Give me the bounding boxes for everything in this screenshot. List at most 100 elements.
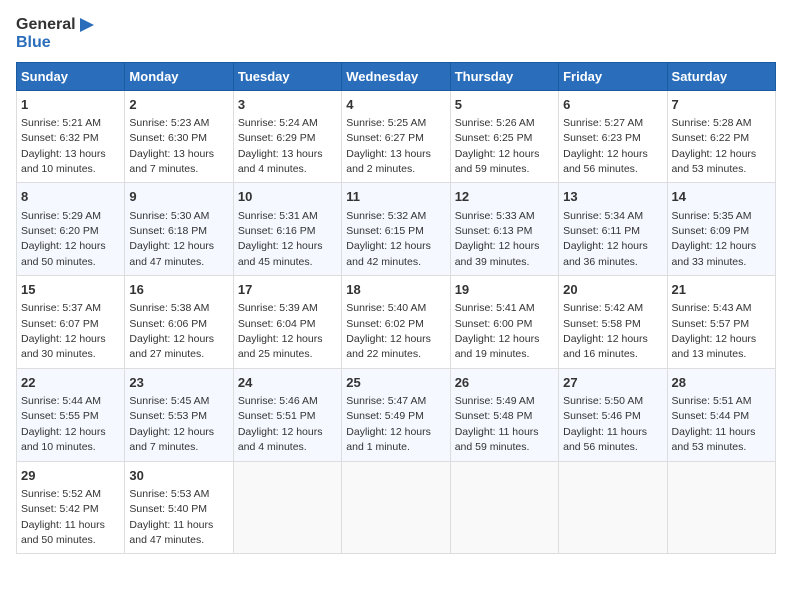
logo: General Blue bbox=[16, 16, 96, 52]
day-info: Sunrise: 5:51 AMSunset: 5:44 PMDaylight:… bbox=[672, 395, 756, 453]
calendar-day-cell: 6 Sunrise: 5:27 AMSunset: 6:23 PMDaylight… bbox=[559, 90, 667, 183]
calendar-day-cell: 24 Sunrise: 5:46 AMSunset: 5:51 PMDayligh… bbox=[233, 368, 341, 461]
day-info: Sunrise: 5:39 AMSunset: 6:04 PMDaylight:… bbox=[238, 302, 323, 360]
day-number: 26 bbox=[455, 374, 554, 392]
day-number: 25 bbox=[346, 374, 445, 392]
weekday-header: Friday bbox=[559, 62, 667, 90]
day-info: Sunrise: 5:38 AMSunset: 6:06 PMDaylight:… bbox=[129, 302, 214, 360]
day-info: Sunrise: 5:37 AMSunset: 6:07 PMDaylight:… bbox=[21, 302, 106, 360]
day-number: 15 bbox=[21, 281, 120, 299]
calendar-week-row: 29 Sunrise: 5:52 AMSunset: 5:42 PMDayligh… bbox=[17, 461, 776, 554]
day-number: 28 bbox=[672, 374, 771, 392]
calendar-day-cell: 30Sunrise: 5:53 AMSunset: 5:40 PMDayligh… bbox=[125, 461, 233, 554]
day-number: 27 bbox=[563, 374, 662, 392]
weekday-header: Wednesday bbox=[342, 62, 450, 90]
day-number: 23 bbox=[129, 374, 228, 392]
day-number: 30 bbox=[129, 467, 228, 485]
calendar-day-cell: 11 Sunrise: 5:32 AMSunset: 6:15 PMDayligh… bbox=[342, 183, 450, 276]
weekday-header: Saturday bbox=[667, 62, 775, 90]
day-number: 16 bbox=[129, 281, 228, 299]
day-info: Sunrise: 5:23 AMSunset: 6:30 PMDaylight:… bbox=[129, 117, 214, 175]
calendar-day-cell bbox=[559, 461, 667, 554]
day-number: 17 bbox=[238, 281, 337, 299]
calendar-day-cell: 23Sunrise: 5:45 AMSunset: 5:53 PMDayligh… bbox=[125, 368, 233, 461]
weekday-header: Tuesday bbox=[233, 62, 341, 90]
day-info: Sunrise: 5:24 AMSunset: 6:29 PMDaylight:… bbox=[238, 117, 323, 175]
calendar-week-row: 8 Sunrise: 5:29 AMSunset: 6:20 PMDaylight… bbox=[17, 183, 776, 276]
day-info: Sunrise: 5:30 AMSunset: 6:18 PMDaylight:… bbox=[129, 210, 214, 268]
calendar-day-cell bbox=[450, 461, 558, 554]
calendar-day-cell: 25 Sunrise: 5:47 AMSunset: 5:49 PMDayligh… bbox=[342, 368, 450, 461]
day-number: 22 bbox=[21, 374, 120, 392]
day-info: Sunrise: 5:43 AMSunset: 5:57 PMDaylight:… bbox=[672, 302, 757, 360]
day-number: 11 bbox=[346, 188, 445, 206]
calendar-day-cell: 20Sunrise: 5:42 AMSunset: 5:58 PMDayligh… bbox=[559, 276, 667, 369]
day-info: Sunrise: 5:35 AMSunset: 6:09 PMDaylight:… bbox=[672, 210, 757, 268]
calendar-day-cell: 9 Sunrise: 5:30 AMSunset: 6:18 PMDaylight… bbox=[125, 183, 233, 276]
page-header: General Blue bbox=[16, 16, 776, 52]
day-info: Sunrise: 5:31 AMSunset: 6:16 PMDaylight:… bbox=[238, 210, 323, 268]
logo-flag-icon bbox=[78, 16, 96, 34]
day-number: 4 bbox=[346, 96, 445, 114]
day-number: 6 bbox=[563, 96, 662, 114]
calendar-day-cell: 29 Sunrise: 5:52 AMSunset: 5:42 PMDayligh… bbox=[17, 461, 125, 554]
day-number: 7 bbox=[672, 96, 771, 114]
calendar-day-cell bbox=[342, 461, 450, 554]
calendar-day-cell: 7 Sunrise: 5:28 AMSunset: 6:22 PMDaylight… bbox=[667, 90, 775, 183]
day-info: Sunrise: 5:34 AMSunset: 6:11 PMDaylight:… bbox=[563, 210, 648, 268]
calendar-day-cell: 15 Sunrise: 5:37 AMSunset: 6:07 PMDayligh… bbox=[17, 276, 125, 369]
day-number: 24 bbox=[238, 374, 337, 392]
weekday-header-row: SundayMondayTuesdayWednesdayThursdayFrid… bbox=[17, 62, 776, 90]
day-info: Sunrise: 5:46 AMSunset: 5:51 PMDaylight:… bbox=[238, 395, 323, 453]
day-number: 2 bbox=[129, 96, 228, 114]
weekday-header: Sunday bbox=[17, 62, 125, 90]
day-info: Sunrise: 5:50 AMSunset: 5:46 PMDaylight:… bbox=[563, 395, 647, 453]
day-number: 5 bbox=[455, 96, 554, 114]
day-number: 1 bbox=[21, 96, 120, 114]
day-info: Sunrise: 5:25 AMSunset: 6:27 PMDaylight:… bbox=[346, 117, 431, 175]
calendar-day-cell: 21 Sunrise: 5:43 AMSunset: 5:57 PMDayligh… bbox=[667, 276, 775, 369]
day-info: Sunrise: 5:27 AMSunset: 6:23 PMDaylight:… bbox=[563, 117, 648, 175]
calendar-day-cell: 16 Sunrise: 5:38 AMSunset: 6:06 PMDayligh… bbox=[125, 276, 233, 369]
calendar-day-cell: 2 Sunrise: 5:23 AMSunset: 6:30 PMDaylight… bbox=[125, 90, 233, 183]
day-number: 14 bbox=[672, 188, 771, 206]
calendar-week-row: 15 Sunrise: 5:37 AMSunset: 6:07 PMDayligh… bbox=[17, 276, 776, 369]
day-info: Sunrise: 5:28 AMSunset: 6:22 PMDaylight:… bbox=[672, 117, 757, 175]
day-info: Sunrise: 5:42 AMSunset: 5:58 PMDaylight:… bbox=[563, 302, 648, 360]
calendar-day-cell: 5 Sunrise: 5:26 AMSunset: 6:25 PMDaylight… bbox=[450, 90, 558, 183]
day-number: 19 bbox=[455, 281, 554, 299]
calendar-day-cell: 13 Sunrise: 5:34 AMSunset: 6:11 PMDayligh… bbox=[559, 183, 667, 276]
day-number: 3 bbox=[238, 96, 337, 114]
day-info: Sunrise: 5:40 AMSunset: 6:02 PMDaylight:… bbox=[346, 302, 431, 360]
day-info: Sunrise: 5:49 AMSunset: 5:48 PMDaylight:… bbox=[455, 395, 539, 453]
day-info: Sunrise: 5:41 AMSunset: 6:00 PMDaylight:… bbox=[455, 302, 540, 360]
calendar-day-cell: 10Sunrise: 5:31 AMSunset: 6:16 PMDayligh… bbox=[233, 183, 341, 276]
day-info: Sunrise: 5:47 AMSunset: 5:49 PMDaylight:… bbox=[346, 395, 431, 453]
day-number: 21 bbox=[672, 281, 771, 299]
day-number: 8 bbox=[21, 188, 120, 206]
calendar-table: SundayMondayTuesdayWednesdayThursdayFrid… bbox=[16, 62, 776, 555]
weekday-header: Monday bbox=[125, 62, 233, 90]
day-info: Sunrise: 5:32 AMSunset: 6:15 PMDaylight:… bbox=[346, 210, 431, 268]
calendar-day-cell: 27 Sunrise: 5:50 AMSunset: 5:46 PMDayligh… bbox=[559, 368, 667, 461]
day-info: Sunrise: 5:29 AMSunset: 6:20 PMDaylight:… bbox=[21, 210, 106, 268]
calendar-day-cell: 28 Sunrise: 5:51 AMSunset: 5:44 PMDayligh… bbox=[667, 368, 775, 461]
calendar-day-cell bbox=[233, 461, 341, 554]
day-number: 9 bbox=[129, 188, 228, 206]
calendar-day-cell: 26 Sunrise: 5:49 AMSunset: 5:48 PMDayligh… bbox=[450, 368, 558, 461]
day-info: Sunrise: 5:21 AMSunset: 6:32 PMDaylight:… bbox=[21, 117, 106, 175]
calendar-day-cell: 18 Sunrise: 5:40 AMSunset: 6:02 PMDayligh… bbox=[342, 276, 450, 369]
calendar-day-cell: 1 Sunrise: 5:21 AMSunset: 6:32 PMDaylight… bbox=[17, 90, 125, 183]
day-info: Sunrise: 5:26 AMSunset: 6:25 PMDaylight:… bbox=[455, 117, 540, 175]
day-number: 13 bbox=[563, 188, 662, 206]
day-number: 29 bbox=[21, 467, 120, 485]
calendar-day-cell: 12 Sunrise: 5:33 AMSunset: 6:13 PMDayligh… bbox=[450, 183, 558, 276]
day-info: Sunrise: 5:52 AMSunset: 5:42 PMDaylight:… bbox=[21, 488, 105, 546]
weekday-header: Thursday bbox=[450, 62, 558, 90]
calendar-day-cell: 22Sunrise: 5:44 AMSunset: 5:55 PMDayligh… bbox=[17, 368, 125, 461]
calendar-week-row: 1 Sunrise: 5:21 AMSunset: 6:32 PMDaylight… bbox=[17, 90, 776, 183]
day-number: 12 bbox=[455, 188, 554, 206]
day-number: 18 bbox=[346, 281, 445, 299]
day-info: Sunrise: 5:33 AMSunset: 6:13 PMDaylight:… bbox=[455, 210, 540, 268]
calendar-week-row: 22Sunrise: 5:44 AMSunset: 5:55 PMDayligh… bbox=[17, 368, 776, 461]
